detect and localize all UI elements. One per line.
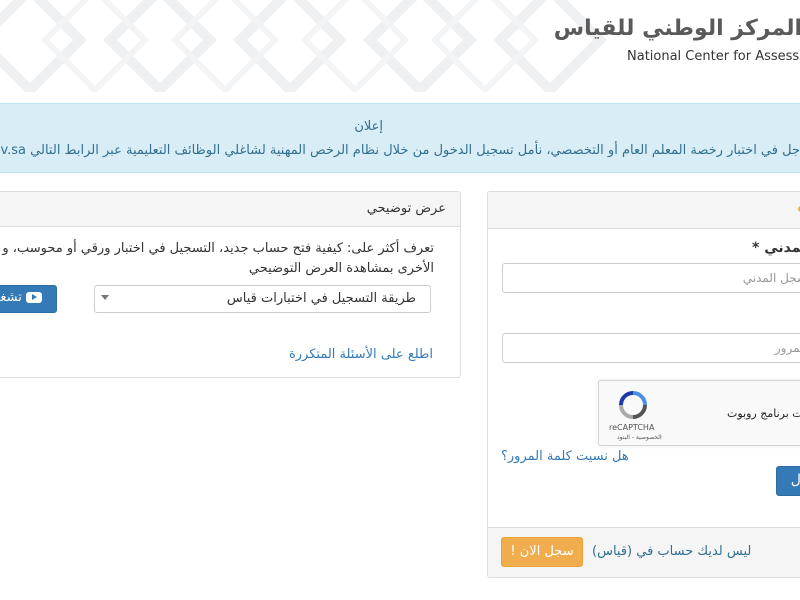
recaptcha-checkbox-label[interactable]: ست برنامج روبوت xyxy=(727,407,800,420)
recaptcha-widget[interactable]: reCAPTCHA الخصوصية - البنود ست برنامج رو… xyxy=(598,380,800,446)
recaptcha-logo-icon xyxy=(619,391,647,419)
demo-description-line-1: تعرف أكثر على: كيفية فتح حساب جديد، التس… xyxy=(2,241,434,256)
civil-id-label: المدني * xyxy=(752,240,800,256)
login-panel-footer: سجل الان ! ليس لديك حساب في (قياس) xyxy=(488,527,800,577)
youtube-play-icon xyxy=(26,292,42,303)
login-panel: المدني * سجل المدني المرور reCAPTCHA الخ… xyxy=(487,191,800,578)
password-input[interactable]: المرور xyxy=(502,333,800,363)
no-account-text: ليس لديك حساب في (قياس) xyxy=(592,544,752,559)
caret-down-icon xyxy=(101,295,109,300)
site-header: المركز الوطني للقياس National Center for… xyxy=(0,0,800,92)
header-pattern xyxy=(0,0,608,92)
announcement-title: إعلان xyxy=(354,119,383,134)
demo-panel-title: عرض توضيحي xyxy=(366,201,446,216)
logo-arabic-text[interactable]: المركز الوطني للقياس xyxy=(554,16,800,41)
faq-link[interactable]: اطلع على الأسئلة المتكررة xyxy=(289,347,433,362)
register-now-button[interactable]: سجل الان ! xyxy=(501,537,583,567)
login-button[interactable]: دخول xyxy=(776,466,800,496)
play-button-label: تشغيل xyxy=(0,290,22,305)
announcement-text: جل في اختبار رخصة المعلم العام أو التخصص… xyxy=(0,143,800,158)
civil-id-input[interactable]: سجل المدني xyxy=(502,263,800,293)
demo-video-select[interactable]: طريقة التسجيل في اختبارات قياس xyxy=(94,285,431,313)
recaptcha-links[interactable]: الخصوصية - البنود xyxy=(617,434,662,441)
civil-id-placeholder: سجل المدني xyxy=(742,271,800,285)
announcement-body: جل في اختبار رخصة المعلم العام أو التخصص… xyxy=(30,143,800,158)
demo-panel-heading: عرض توضيحي xyxy=(0,192,460,227)
announcement-banner: إعلان جل في اختبار رخصة المعلم العام أو … xyxy=(0,103,800,173)
demo-description-line-2: الأخرى بمشاهدة العرض التوضيحي xyxy=(248,261,434,276)
forgot-password-link[interactable]: هل نسيت كلمة المرور؟ xyxy=(501,449,629,464)
demo-select-value: طريقة التسجيل في اختبارات قياس xyxy=(226,291,416,306)
login-panel-heading xyxy=(488,192,800,229)
password-placeholder: المرور xyxy=(774,341,800,355)
recaptcha-brand: reCAPTCHA xyxy=(609,423,655,432)
logo-english-text[interactable]: National Center for Assessment xyxy=(627,49,800,64)
demo-panel: عرض توضيحي تعرف أكثر على: كيفية فتح حساب… xyxy=(0,191,461,378)
announcement-link[interactable]: ec.gov.sa xyxy=(0,143,26,158)
play-video-button[interactable]: تشغيل xyxy=(0,285,57,313)
demo-description: تعرف أكثر على: كيفية فتح حساب جديد، التس… xyxy=(0,239,434,279)
